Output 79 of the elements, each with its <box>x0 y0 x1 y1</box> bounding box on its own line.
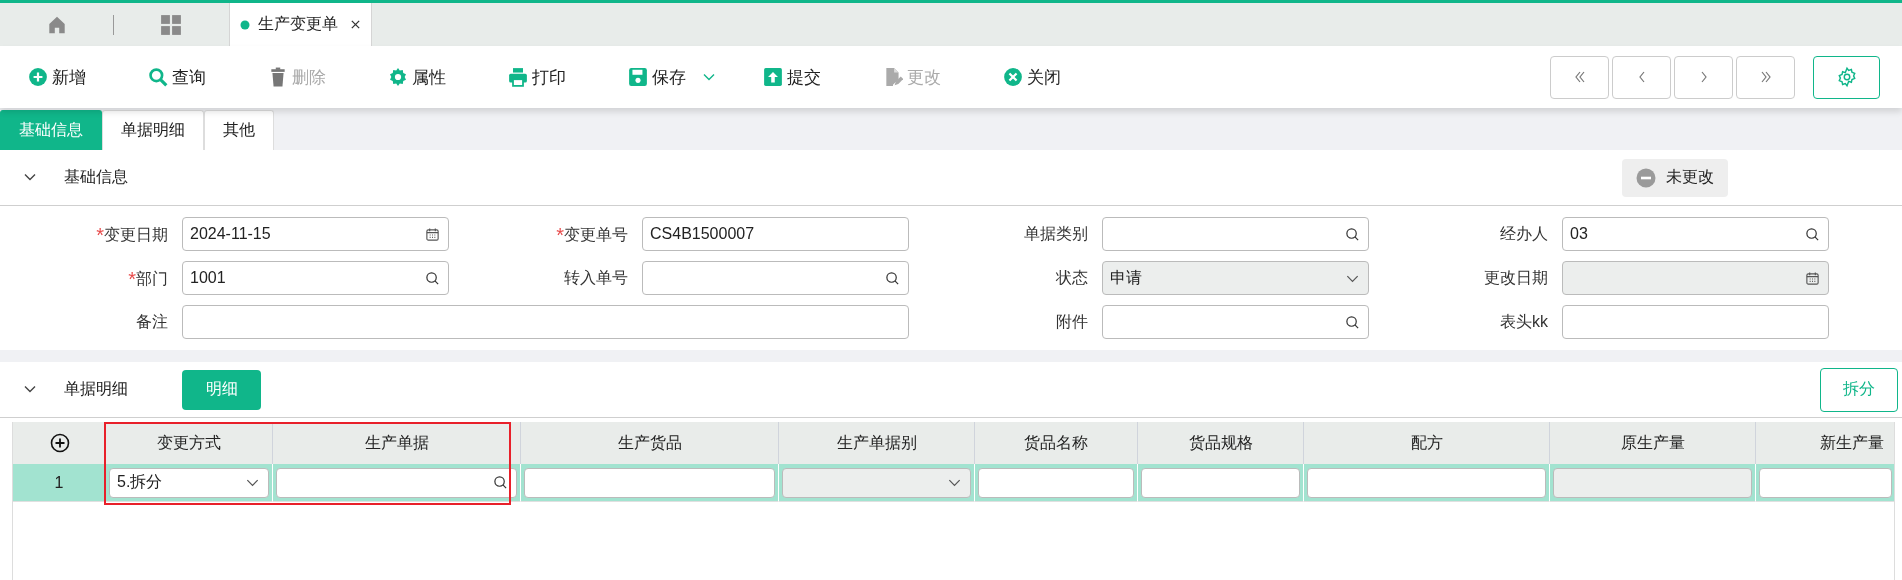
input-field[interactable] <box>524 467 775 498</box>
field-label: *变更日期 <box>95 223 169 246</box>
lookup-field[interactable]: 03 <box>1562 217 1829 251</box>
trash-icon <box>268 67 288 87</box>
field-label: 备注 <box>135 311 169 332</box>
lookup-field[interactable] <box>1102 305 1369 339</box>
status-badge: 未更改 <box>1622 158 1728 197</box>
lookup-field[interactable] <box>642 261 909 295</box>
first-record-button[interactable] <box>1550 55 1609 99</box>
printer-icon <box>508 67 528 87</box>
dropdown-field[interactable]: 5.拆分 <box>109 467 269 498</box>
gear-icon <box>388 67 408 87</box>
search-button[interactable]: 查询 <box>148 65 268 89</box>
search-icon <box>425 270 440 286</box>
search-icon <box>493 475 508 490</box>
input-field[interactable] <box>1307 467 1546 498</box>
search-icon <box>1805 226 1820 242</box>
lookup-field[interactable] <box>1102 217 1369 251</box>
search-icon <box>148 67 168 87</box>
add-button[interactable]: 新增 <box>28 65 148 89</box>
document-edit-icon <box>883 67 903 87</box>
field-label: 转入单号 <box>563 267 629 288</box>
status-dot-icon <box>240 19 250 30</box>
field-label: 状态 <box>1055 267 1089 288</box>
column-header: 生产单据 <box>273 422 521 464</box>
save-button[interactable]: 保存 <box>628 65 763 89</box>
minus-circle-icon <box>1636 167 1656 188</box>
field-label: 更改日期 <box>1483 267 1549 288</box>
close-icon <box>1003 67 1023 87</box>
close-icon <box>350 19 361 30</box>
add-row-header[interactable] <box>13 422 106 464</box>
input-field[interactable] <box>1759 467 1892 498</box>
grid-icon <box>159 13 182 36</box>
field-label: 附件 <box>1055 311 1089 332</box>
column-header: 货品名称 <box>975 422 1138 464</box>
search-icon <box>1345 314 1360 330</box>
column-header: 生产单据别 <box>779 422 975 464</box>
input-field[interactable] <box>1141 467 1300 498</box>
plus-circle-icon <box>49 433 70 453</box>
plus-circle-icon <box>28 67 48 87</box>
tab[interactable]: 单据明细 <box>102 110 204 150</box>
input-field[interactable] <box>1562 305 1829 339</box>
upload-icon <box>763 67 783 87</box>
settings-button[interactable] <box>1813 55 1880 99</box>
column-header: 变更方式 <box>106 422 273 464</box>
section-title: 基础信息 <box>64 167 128 187</box>
date-field[interactable]: 2024-11-15 <box>182 217 449 251</box>
document-tab[interactable]: 生产变更单 <box>229 3 372 46</box>
previous-record-button[interactable] <box>1612 55 1671 99</box>
calendar-icon <box>1805 270 1820 286</box>
lookup-field[interactable] <box>276 467 517 498</box>
input-field[interactable]: CS4B1500007 <box>642 217 909 251</box>
field-label: 表头kk <box>1499 311 1549 332</box>
field-label: 单据类别 <box>1023 223 1089 244</box>
column-header: 配方 <box>1304 422 1550 464</box>
section-title: 单据明细 <box>64 379 128 399</box>
field-label: 经办人 <box>1499 223 1549 244</box>
input-field[interactable] <box>978 467 1134 498</box>
close-button[interactable]: 关闭 <box>1003 65 1123 89</box>
search-icon <box>885 270 900 286</box>
field-label: *部门 <box>127 267 169 290</box>
column-header: 原生产量 <box>1550 422 1756 464</box>
column-header: 货品规格 <box>1138 422 1304 464</box>
tab-label[interactable]: 生产变更单 <box>258 14 338 35</box>
submit-button[interactable]: 提交 <box>763 65 883 89</box>
last-record-button[interactable] <box>1736 55 1795 99</box>
next-record-button[interactable] <box>1674 55 1733 99</box>
search-icon <box>1345 226 1360 242</box>
column-header: 新生产量 <box>1756 422 1894 464</box>
lookup-field[interactable]: 1001 <box>182 261 449 295</box>
column-header: 生产货品 <box>521 422 779 464</box>
field-label: *变更单号 <box>555 223 629 246</box>
print-button[interactable]: 打印 <box>508 65 628 89</box>
settings-icon <box>1835 66 1858 88</box>
input-field[interactable] <box>182 305 909 339</box>
properties-button[interactable]: 属性 <box>388 65 508 89</box>
calendar-icon <box>425 226 440 242</box>
tab[interactable]: 其他 <box>204 110 274 150</box>
row-number: 1 <box>13 464 106 502</box>
